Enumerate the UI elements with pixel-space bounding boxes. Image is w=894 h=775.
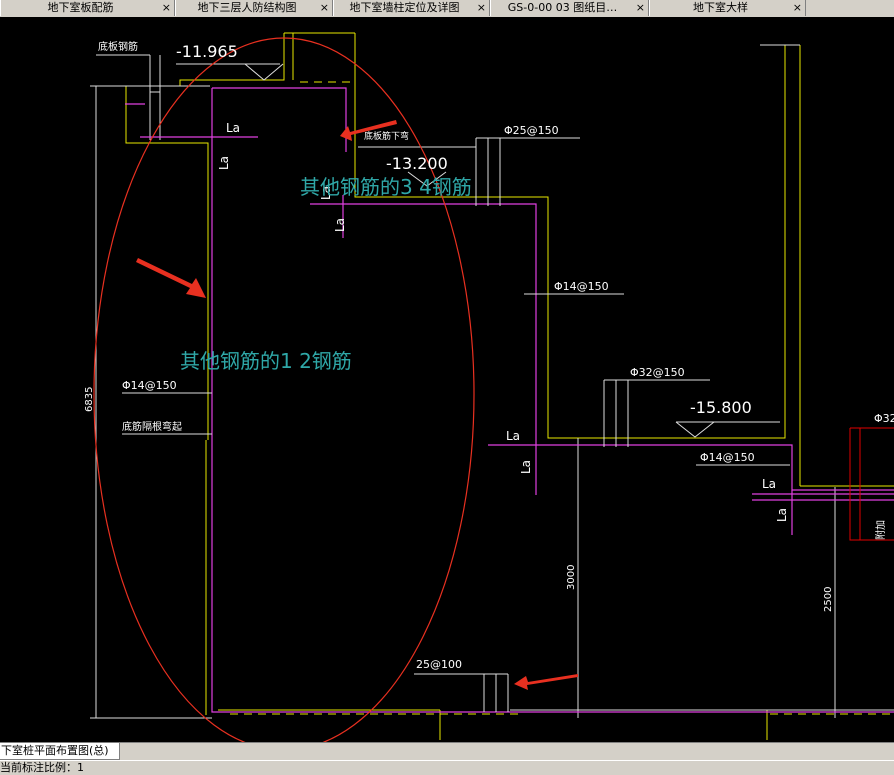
rebar-label: Φ14@150 <box>700 451 755 464</box>
rebar-label: Φ14@150 <box>554 280 609 293</box>
anchor-length-label: La <box>226 121 240 135</box>
dimension-label: 6835 <box>84 387 95 412</box>
anchor-length-label: La <box>519 460 533 474</box>
anchor-length-label: La <box>217 156 231 170</box>
section-label: 附加 <box>874 520 887 540</box>
rebar-label: Φ32 <box>874 412 894 425</box>
rebar-lines <box>125 87 894 713</box>
rebar-label: Φ32@150 <box>630 366 685 379</box>
rebar-label: 25@100 <box>416 658 462 671</box>
status-bar: 当前标注比例：1 <box>0 760 894 775</box>
anchor-length-label: La <box>775 508 789 522</box>
annotation-text: 其他钢筋的3 4钢筋 其他钢筋的1 2钢筋 <box>180 175 472 373</box>
close-icon[interactable]: × <box>636 0 645 15</box>
arrow-icon <box>136 258 206 298</box>
close-icon[interactable]: × <box>320 0 329 15</box>
close-icon[interactable]: × <box>477 0 486 15</box>
arrow-icon <box>514 674 578 690</box>
anchor-length-label: La <box>762 477 776 491</box>
annotation-arrows <box>136 120 578 690</box>
layout-tab-bar: 下室桩平面布置图(总) <box>0 742 894 761</box>
rebar-label: 底板筋下弯 <box>364 130 409 142</box>
concrete-outline <box>125 32 894 740</box>
rebar-label: Φ25@150 <box>504 124 559 137</box>
dimension-lines <box>90 44 894 719</box>
layout-tab[interactable]: 下室桩平面布置图(总) <box>0 743 120 760</box>
tab-label: 地下三层人防结构图 <box>197 1 297 14</box>
cad-drawing: -11.965 -13.200 -15.800 底板钢筋 底板筋下弯 Φ25@1… <box>84 32 894 742</box>
tab-civil-defense[interactable]: 地下三层人防结构图 × <box>175 0 333 16</box>
tab-basement-slab[interactable]: 地下室板配筋 × <box>0 0 175 16</box>
tab-label: 地下室墙柱定位及详图 <box>349 1 460 14</box>
close-icon[interactable]: × <box>162 0 171 15</box>
annotation-12-text: 其他钢筋的1 2钢筋 <box>180 349 352 373</box>
elevation-markers <box>244 63 715 438</box>
drawing-tab-bar: 地下室板配筋 × 地下三层人防结构图 × 地下室墙柱定位及详图 × GS-0-0… <box>0 0 894 18</box>
tab-label: GS-0-00 03 图纸目… <box>507 1 618 14</box>
status-text: 当前标注比例：1 <box>0 761 84 774</box>
section-detail <box>849 427 894 541</box>
dimension-label: 2500 <box>823 587 834 612</box>
tab-drawing-index[interactable]: GS-0-00 03 图纸目… × <box>490 0 649 16</box>
tab-wall-column[interactable]: 地下室墙柱定位及详图 × <box>333 0 490 16</box>
rebar-label: 底板钢筋 <box>98 40 138 53</box>
tab-label: 地下室大样 <box>693 1 748 14</box>
rebar-label: 底筋隔根弯起 <box>122 420 182 433</box>
anchor-length-label: La <box>506 429 520 443</box>
dimension-label: 3000 <box>566 565 577 590</box>
close-icon[interactable]: × <box>793 0 802 15</box>
tab-basement-detail[interactable]: 地下室大样 × <box>649 0 806 16</box>
elevation-label: -15.800 <box>690 398 752 417</box>
rebar-label: Φ14@150 <box>122 379 177 392</box>
anchor-length-label: La <box>333 218 347 232</box>
cad-drawing-canvas[interactable]: -11.965 -13.200 -15.800 底板钢筋 底板筋下弯 Φ25@1… <box>0 17 894 742</box>
elevation-label: -13.200 <box>386 154 448 173</box>
tab-label: 地下室板配筋 <box>47 1 114 14</box>
elevation-label: -11.965 <box>176 42 238 61</box>
annotation-34-text: 其他钢筋的3 4钢筋 <box>300 175 472 199</box>
